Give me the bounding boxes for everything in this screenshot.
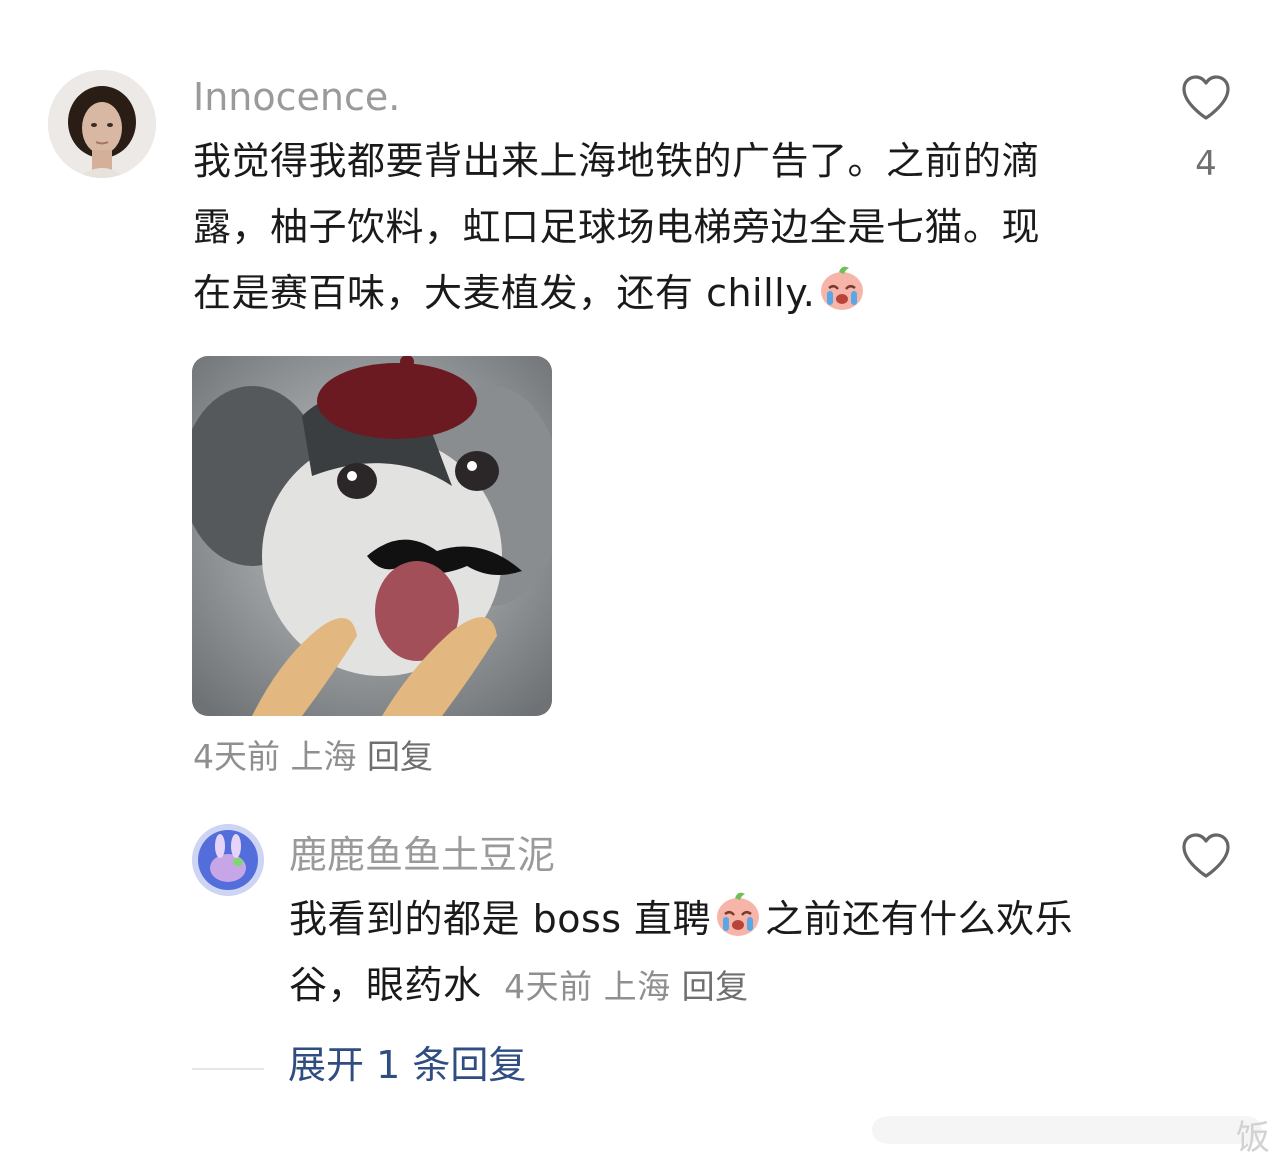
reply-line-1-a: 我看到的都是 boss 直聘: [289, 897, 712, 941]
like-count: 4: [1195, 144, 1217, 184]
comment-line-2: 露，柚子饮料，虹口足球场电梯旁边全是七猫。现: [193, 205, 1041, 249]
reply-line-2-text: 谷，眼药水: [289, 963, 482, 1007]
expand-replies-button[interactable]: 展开 1 条回复: [288, 1046, 526, 1084]
reply-location: 上海: [603, 967, 671, 1006]
crying-emoji-icon: [821, 266, 864, 310]
reply-body: 我看到的都是 boss 直聘 之前还有什么欢乐 谷，眼药水 4天前 上海 回复: [289, 886, 1119, 1018]
watermark-decoration: [872, 1116, 1262, 1144]
comment-image[interactable]: [192, 356, 552, 716]
commenter-username[interactable]: Innocence.: [193, 78, 400, 116]
comment-line-3-text: 在是赛百味，大麦植发，还有 chilly.: [193, 271, 816, 315]
reply-username[interactable]: 鹿鹿鱼鱼土豆泥: [289, 836, 555, 874]
reply-avatar[interactable]: [192, 824, 264, 896]
heart-outline-icon: [1182, 75, 1230, 120]
reply-like-button[interactable]: [1180, 832, 1232, 880]
heart-outline-icon: [1182, 833, 1230, 878]
comment-body: 我觉得我都要背出来上海地铁的广告了。之前的滴 露，柚子饮料，虹口足球场电梯旁边全…: [193, 128, 1123, 326]
reply-line-1: 我看到的都是 boss 直聘 之前还有什么欢乐: [289, 886, 1119, 952]
comment-location: 上海: [290, 737, 357, 776]
reply-button[interactable]: 回复: [367, 737, 433, 776]
reply-line-1-b: 之前还有什么欢乐: [765, 897, 1074, 941]
comment-line-1: 我觉得我都要背出来上海地铁的广告了。之前的滴: [193, 139, 1041, 183]
comment-line-3: 在是赛百味，大麦植发，还有 chilly.: [193, 260, 1123, 326]
commenter-avatar[interactable]: [48, 70, 156, 178]
crying-emoji-icon: [717, 892, 760, 936]
reply-meta: 4天前 上海 回复: [504, 967, 749, 1006]
comment-time: 4天前: [193, 737, 280, 776]
expand-divider: [192, 1068, 264, 1070]
reply-line-2: 谷，眼药水 4天前 上海 回复: [289, 952, 1119, 1018]
watermark-text: 饭: [1236, 1118, 1270, 1158]
reply-time: 4天前: [504, 967, 593, 1006]
like-button[interactable]: [1180, 74, 1232, 122]
reply-reply-button[interactable]: 回复: [682, 967, 749, 1006]
comment-meta: 4天前 上海 回复: [193, 740, 433, 773]
